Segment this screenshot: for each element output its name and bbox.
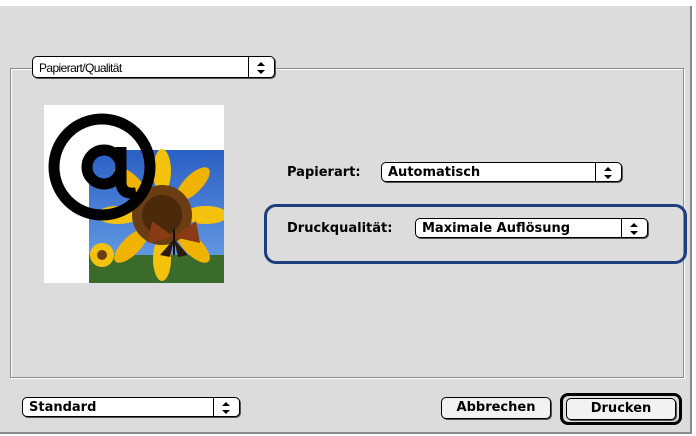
panel-selector-arrow [248,57,274,77]
paper-type-arrow [595,163,621,181]
preview-image [44,105,228,283]
cancel-button[interactable]: Abbrechen [441,397,551,419]
updown-arrow-icon [257,62,265,74]
paper-type-value: Automatisch [388,165,481,180]
paper-type-label: Papierart: [287,165,361,180]
preset-arrow [213,398,239,416]
print-quality-value: Maximale Auflösung [422,221,571,236]
preset-value: Standard [29,400,97,415]
print-quality-arrow [621,219,647,237]
updown-arrow-icon [604,167,612,179]
panel-selector-value: Papierart/Qualität [39,61,122,75]
preset-popup[interactable]: Standard [22,397,240,417]
print-quality-popup[interactable]: Maximale Auflösung [415,218,648,238]
dialog-top-edge [0,0,692,6]
print-button[interactable]: Drucken [566,398,676,420]
paper-preview-graphic [48,113,228,283]
paper-type-popup[interactable]: Automatisch [381,162,622,182]
panel-selector-popup[interactable]: Papierart/Qualität [32,56,275,78]
updown-arrow-icon [630,223,638,235]
updown-arrow-icon [222,402,230,414]
print-dialog: Papierart/Qualität Papierart: Automatisc… [0,0,692,434]
print-quality-label: Druckqualität: [287,221,393,236]
